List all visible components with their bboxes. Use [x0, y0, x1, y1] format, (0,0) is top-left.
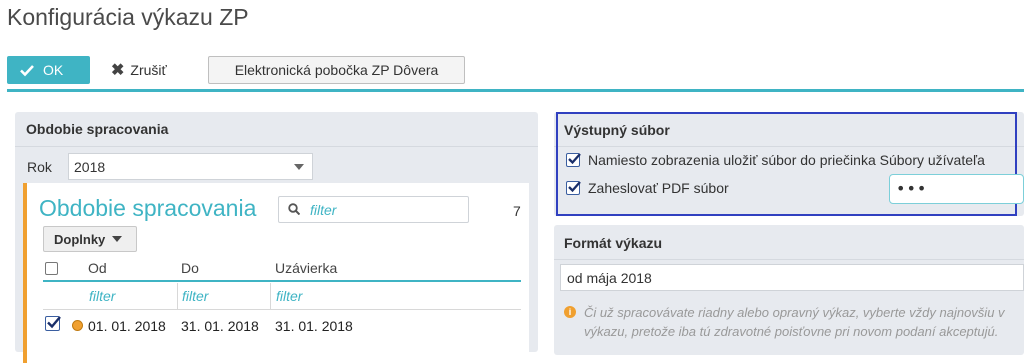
cancel-button[interactable]: ✖ Zrušiť	[111, 56, 167, 84]
electronic-branch-button[interactable]: Elektronická pobočka ZP Dôvera	[208, 56, 465, 84]
panel-divider	[15, 146, 538, 147]
header-divider	[43, 280, 521, 282]
info-icon: i	[564, 306, 576, 318]
period-panel: Obdobie spracovania Rok 2018 Obdobie spr…	[15, 112, 538, 363]
cell-uzavierka[interactable]: 31. 01. 2018	[275, 318, 353, 334]
chevron-down-icon	[112, 236, 123, 242]
toolbar-divider	[7, 89, 1024, 92]
column-filter-do[interactable]: filter	[182, 288, 208, 304]
year-label: Rok	[27, 159, 52, 175]
pdf-password-input[interactable]: •••	[889, 174, 1024, 204]
report-format-panel: Formát výkazu od mája 2018 i Či už sprac…	[554, 225, 1024, 355]
panel-divider	[554, 259, 1024, 260]
column-filter-od[interactable]: filter	[89, 288, 115, 304]
column-header-od[interactable]: Od	[88, 260, 107, 276]
period-table-title: Obdobie spracovania	[39, 195, 257, 221]
ok-button[interactable]: OK	[7, 56, 90, 84]
page-title: Konfigurácia výkazu ZP	[7, 4, 249, 30]
column-separator	[177, 283, 178, 309]
year-select-value: 2018	[74, 159, 106, 175]
info-line: výkazu, pretože iba tú zdravotné poisťov…	[584, 324, 999, 339]
filter-placeholder: filter	[310, 202, 337, 218]
extras-label: Doplnky	[54, 231, 106, 247]
report-format-select[interactable]: od mája 2018	[560, 264, 1024, 291]
chevron-down-icon	[294, 164, 304, 170]
ok-button-label: OK	[43, 62, 64, 78]
format-panel-title: Formát výkazu	[564, 235, 663, 251]
status-dot-icon	[72, 320, 83, 331]
info-message: Či už spracovávate riadny alebo opravný …	[584, 303, 1024, 341]
cell-od[interactable]: 01. 01. 2018	[88, 318, 166, 334]
info-line: Či už spracovávate riadny alebo opravný …	[584, 305, 1005, 320]
column-separator	[270, 283, 271, 309]
check-icon	[47, 316, 61, 329]
search-icon	[288, 203, 300, 215]
extras-dropdown-button[interactable]: Doplnky	[43, 226, 137, 252]
column-header-do[interactable]: Do	[181, 260, 199, 276]
filter-row-divider	[43, 309, 521, 310]
period-panel-title: Obdobie spracovania	[26, 121, 169, 137]
period-table-card: Obdobie spracovania filter 7 Doplnky Od …	[23, 183, 529, 363]
cancel-button-label: Zrušiť	[130, 62, 167, 78]
column-filter-uzavierka[interactable]: filter	[276, 288, 302, 304]
close-icon: ✖	[111, 62, 125, 79]
period-filter-input[interactable]: filter	[278, 196, 469, 223]
row-checkbox[interactable]	[45, 316, 61, 331]
column-header-uzavierka[interactable]: Uzávierka	[275, 260, 337, 276]
record-count: 7	[513, 203, 521, 219]
year-select[interactable]: 2018	[68, 153, 313, 180]
toolbar: OK ✖ Zrušiť Elektronická pobočka ZP Dôve…	[0, 55, 1024, 91]
check-icon	[20, 65, 34, 77]
select-all-checkbox[interactable]	[45, 262, 58, 275]
cell-do[interactable]: 31. 01. 2018	[181, 318, 259, 334]
